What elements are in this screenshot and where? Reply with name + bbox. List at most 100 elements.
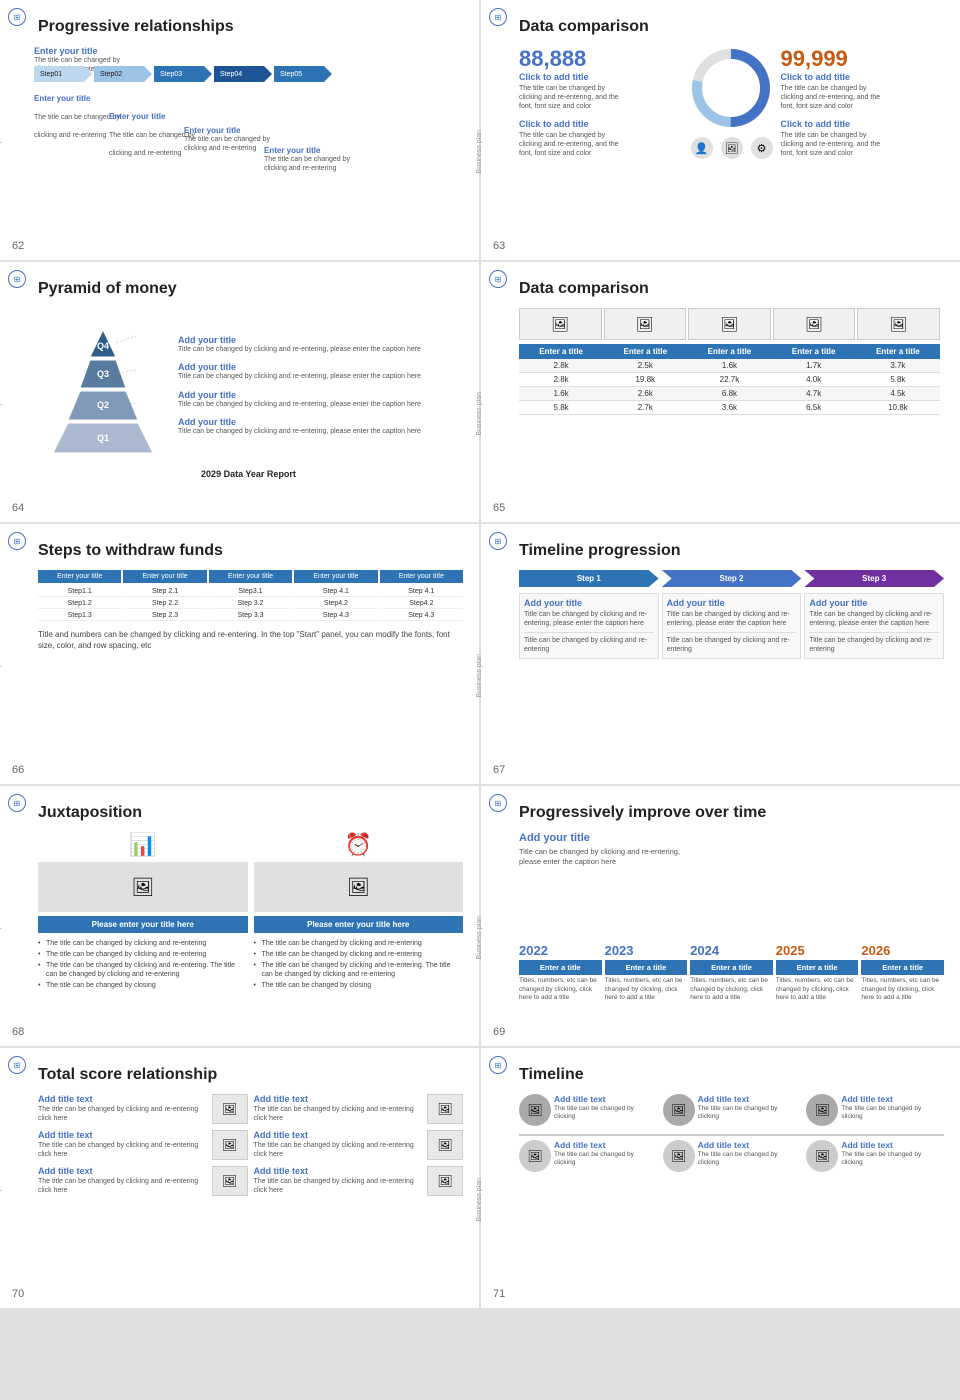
panel-62-icon: ⊞ xyxy=(8,8,26,26)
juxta-col-right: ⏰ 🖼 Please enter your title here The tit… xyxy=(254,832,464,992)
dc-click-desc-2: The title can be changed by clicking and… xyxy=(519,131,629,158)
panel-68-icon: ⊞ xyxy=(8,794,26,812)
panel-63-title: Data comparison xyxy=(519,18,944,36)
dc-click-title-2[interactable]: Click to add title xyxy=(519,119,683,129)
panel-71-icon: ⊞ xyxy=(489,1056,507,1074)
juxta-wrap: 📊 🖼 Please enter your title here The tit… xyxy=(38,832,463,992)
panel-69-icon: ⊞ xyxy=(489,794,507,812)
table-row: 2.8k19.8k22.7k4.0k5.8k xyxy=(519,373,940,387)
pyramid-wrap: Q1 Q2 Q3 Q4 Add your title xyxy=(38,308,463,463)
tsr-img-1: 🖼 xyxy=(212,1094,248,1124)
tl-item-top-2: 🖼 Add title text The title can be change… xyxy=(663,1094,801,1126)
hr-2 xyxy=(667,632,797,633)
panel-70-title: Total score relationship xyxy=(38,1066,463,1084)
biz-label-63: Business plan xyxy=(476,130,483,174)
tsr-img-6: 🖼 xyxy=(427,1166,463,1196)
panel-71-title: Timeline xyxy=(519,1066,944,1084)
tl-item-top-1: 🖼 Add title text The title can be change… xyxy=(519,1094,657,1126)
hr-1 xyxy=(524,632,654,633)
tsr-item-1: Add title text The title can be changed … xyxy=(38,1094,248,1124)
panel-65: ⊞ Data comparison 🖼 🖼 🖼 🖼 🖼 Enter a titl… xyxy=(481,262,960,522)
panel-62-title: Progressive relationships xyxy=(38,18,463,36)
pi-main-title[interactable]: Add your title xyxy=(519,832,944,844)
enter-title-2024[interactable]: Enter a title xyxy=(690,960,773,975)
panel-66-icon: ⊞ xyxy=(8,532,26,550)
enter-title-2023[interactable]: Enter a title xyxy=(605,960,688,975)
svg-text:Q4: Q4 xyxy=(97,341,109,351)
donut-chart xyxy=(689,46,774,131)
enter-title-2026[interactable]: Enter a title xyxy=(861,960,944,975)
dc-click-title-3[interactable]: Click to add title xyxy=(781,72,945,82)
dc-th-4[interactable]: Enter a title xyxy=(772,344,856,359)
panel-number-71: 71 xyxy=(493,1288,505,1300)
biz-label-71: Business plan xyxy=(476,1178,483,1222)
panel-number-67: 67 xyxy=(493,764,505,776)
prog-title-1[interactable]: Enter your title xyxy=(34,46,120,56)
step-btn-3[interactable]: Enter your title xyxy=(209,570,292,583)
juxta-bar-right[interactable]: Please enter your title here xyxy=(254,916,464,933)
table-row: 5.8k2.7k3.6k6.5k10.8k xyxy=(519,401,940,415)
svg-text:Q3: Q3 xyxy=(97,369,109,379)
dc-th-2[interactable]: Enter a title xyxy=(603,344,687,359)
dc-donut: 👤 🖼 ⚙ xyxy=(687,46,777,159)
panel-65-icon: ⊞ xyxy=(489,270,507,288)
biz-label-69: Business plan xyxy=(476,916,483,960)
year-2026: 2026 xyxy=(861,943,944,958)
tl-circle-2: 🖼 xyxy=(663,1094,695,1126)
pyr-item-1: Add your title Title can be changed by c… xyxy=(178,335,463,354)
biz-label-70: Business plan xyxy=(0,1178,2,1222)
desc-2022: Titles, numbers, etc can be changed by c… xyxy=(519,977,602,1002)
tp-body: Add your title Title can be changed by c… xyxy=(519,593,944,659)
steps-body: Step1.1 Step1.2 Step1.3 Step 2.1 Step 2.… xyxy=(38,587,463,621)
dc-click-title-4[interactable]: Click to add title xyxy=(781,119,945,129)
biz-label-62: Business plan xyxy=(0,130,2,174)
panel-67-icon: ⊞ xyxy=(489,532,507,550)
tsr-item-6: Add title text The title can be changed … xyxy=(254,1166,464,1196)
step-btn-4[interactable]: Enter your title xyxy=(294,570,377,583)
biz-label-64: Business plan xyxy=(0,392,2,436)
panel-number-69: 69 xyxy=(493,1026,505,1038)
dc-click-title-1[interactable]: Click to add title xyxy=(519,72,683,82)
dc-th-3[interactable]: Enter a title xyxy=(687,344,771,359)
enter-title-2022[interactable]: Enter a title xyxy=(519,960,602,975)
pi-main-desc: Title can be changed by clicking and re-… xyxy=(519,847,699,867)
biz-label-65: Business plan xyxy=(476,392,483,436)
pyr-item-4: Add your title Title can be changed by c… xyxy=(178,417,463,436)
panel-64: ⊞ Pyramid of money Q1 Q2 Q3 Q4 xyxy=(0,262,479,522)
panel-68-title: Juxtaposition xyxy=(38,804,463,822)
panel-71: ⊞ Timeline 🖼 Add title text The title ca… xyxy=(481,1048,960,1308)
dc-right-number: 99,999 xyxy=(781,46,945,72)
icon-gear: ⚙ xyxy=(751,137,773,159)
panel-70-icon: ⊞ xyxy=(8,1056,26,1074)
panel-62: ⊞ Progressive relationships Enter your t… xyxy=(0,0,479,260)
dc-img-2: 🖼 xyxy=(604,308,687,340)
step-btn-1[interactable]: Enter your title xyxy=(38,570,121,583)
panel-67-title: Timeline progression xyxy=(519,542,944,560)
tp-header: Step 1 Step 2 Step 3 xyxy=(519,570,944,587)
steps-desc: Title and numbers can be changed by clic… xyxy=(38,629,463,651)
pyr-footer: 2029 Data Year Report xyxy=(34,469,463,479)
panel-69: ⊞ Progressively improve over time Add yo… xyxy=(481,786,960,1046)
pyr-item-3: Add your title Title can be changed by c… xyxy=(178,390,463,409)
juxta-list-right: The title can be changed by clicking and… xyxy=(254,939,464,992)
tp-step-2: Step 2 xyxy=(662,570,802,587)
dc-th-1[interactable]: Enter a title xyxy=(519,344,603,359)
desc-2025: Titles, numbers, etc can be changed by c… xyxy=(776,977,859,1002)
step-btn-5[interactable]: Enter your title xyxy=(380,570,463,583)
desc-2023: Titles, numbers, etc can be changed by c… xyxy=(605,977,688,1002)
panel-70: ⊞ Total score relationship Add title tex… xyxy=(0,1048,479,1308)
juxta-bar-left[interactable]: Please enter your title here xyxy=(38,916,248,933)
dc-left-number: 88,888 xyxy=(519,46,683,72)
step-col-2: Step 2.1 Step 2.2 Step 2.3 xyxy=(123,587,206,621)
panel-number-63: 63 xyxy=(493,240,505,252)
pyramid-labels: Add your title Title can be changed by c… xyxy=(178,308,463,463)
biz-label-66: Business plan xyxy=(0,654,2,698)
panel-63: ⊞ Data comparison 88,888 Click to add ti… xyxy=(481,0,960,260)
step-btn-2[interactable]: Enter your title xyxy=(123,570,206,583)
dc-table-65: 🖼 🖼 🖼 🖼 🖼 Enter a title Enter a title En… xyxy=(519,308,940,415)
tp-step-3: Step 3 xyxy=(804,570,944,587)
dc-th-5[interactable]: Enter a title xyxy=(856,344,940,359)
year-2025: 2025 xyxy=(776,943,859,958)
panel-number-66: 66 xyxy=(12,764,24,776)
enter-title-2025[interactable]: Enter a title xyxy=(776,960,859,975)
